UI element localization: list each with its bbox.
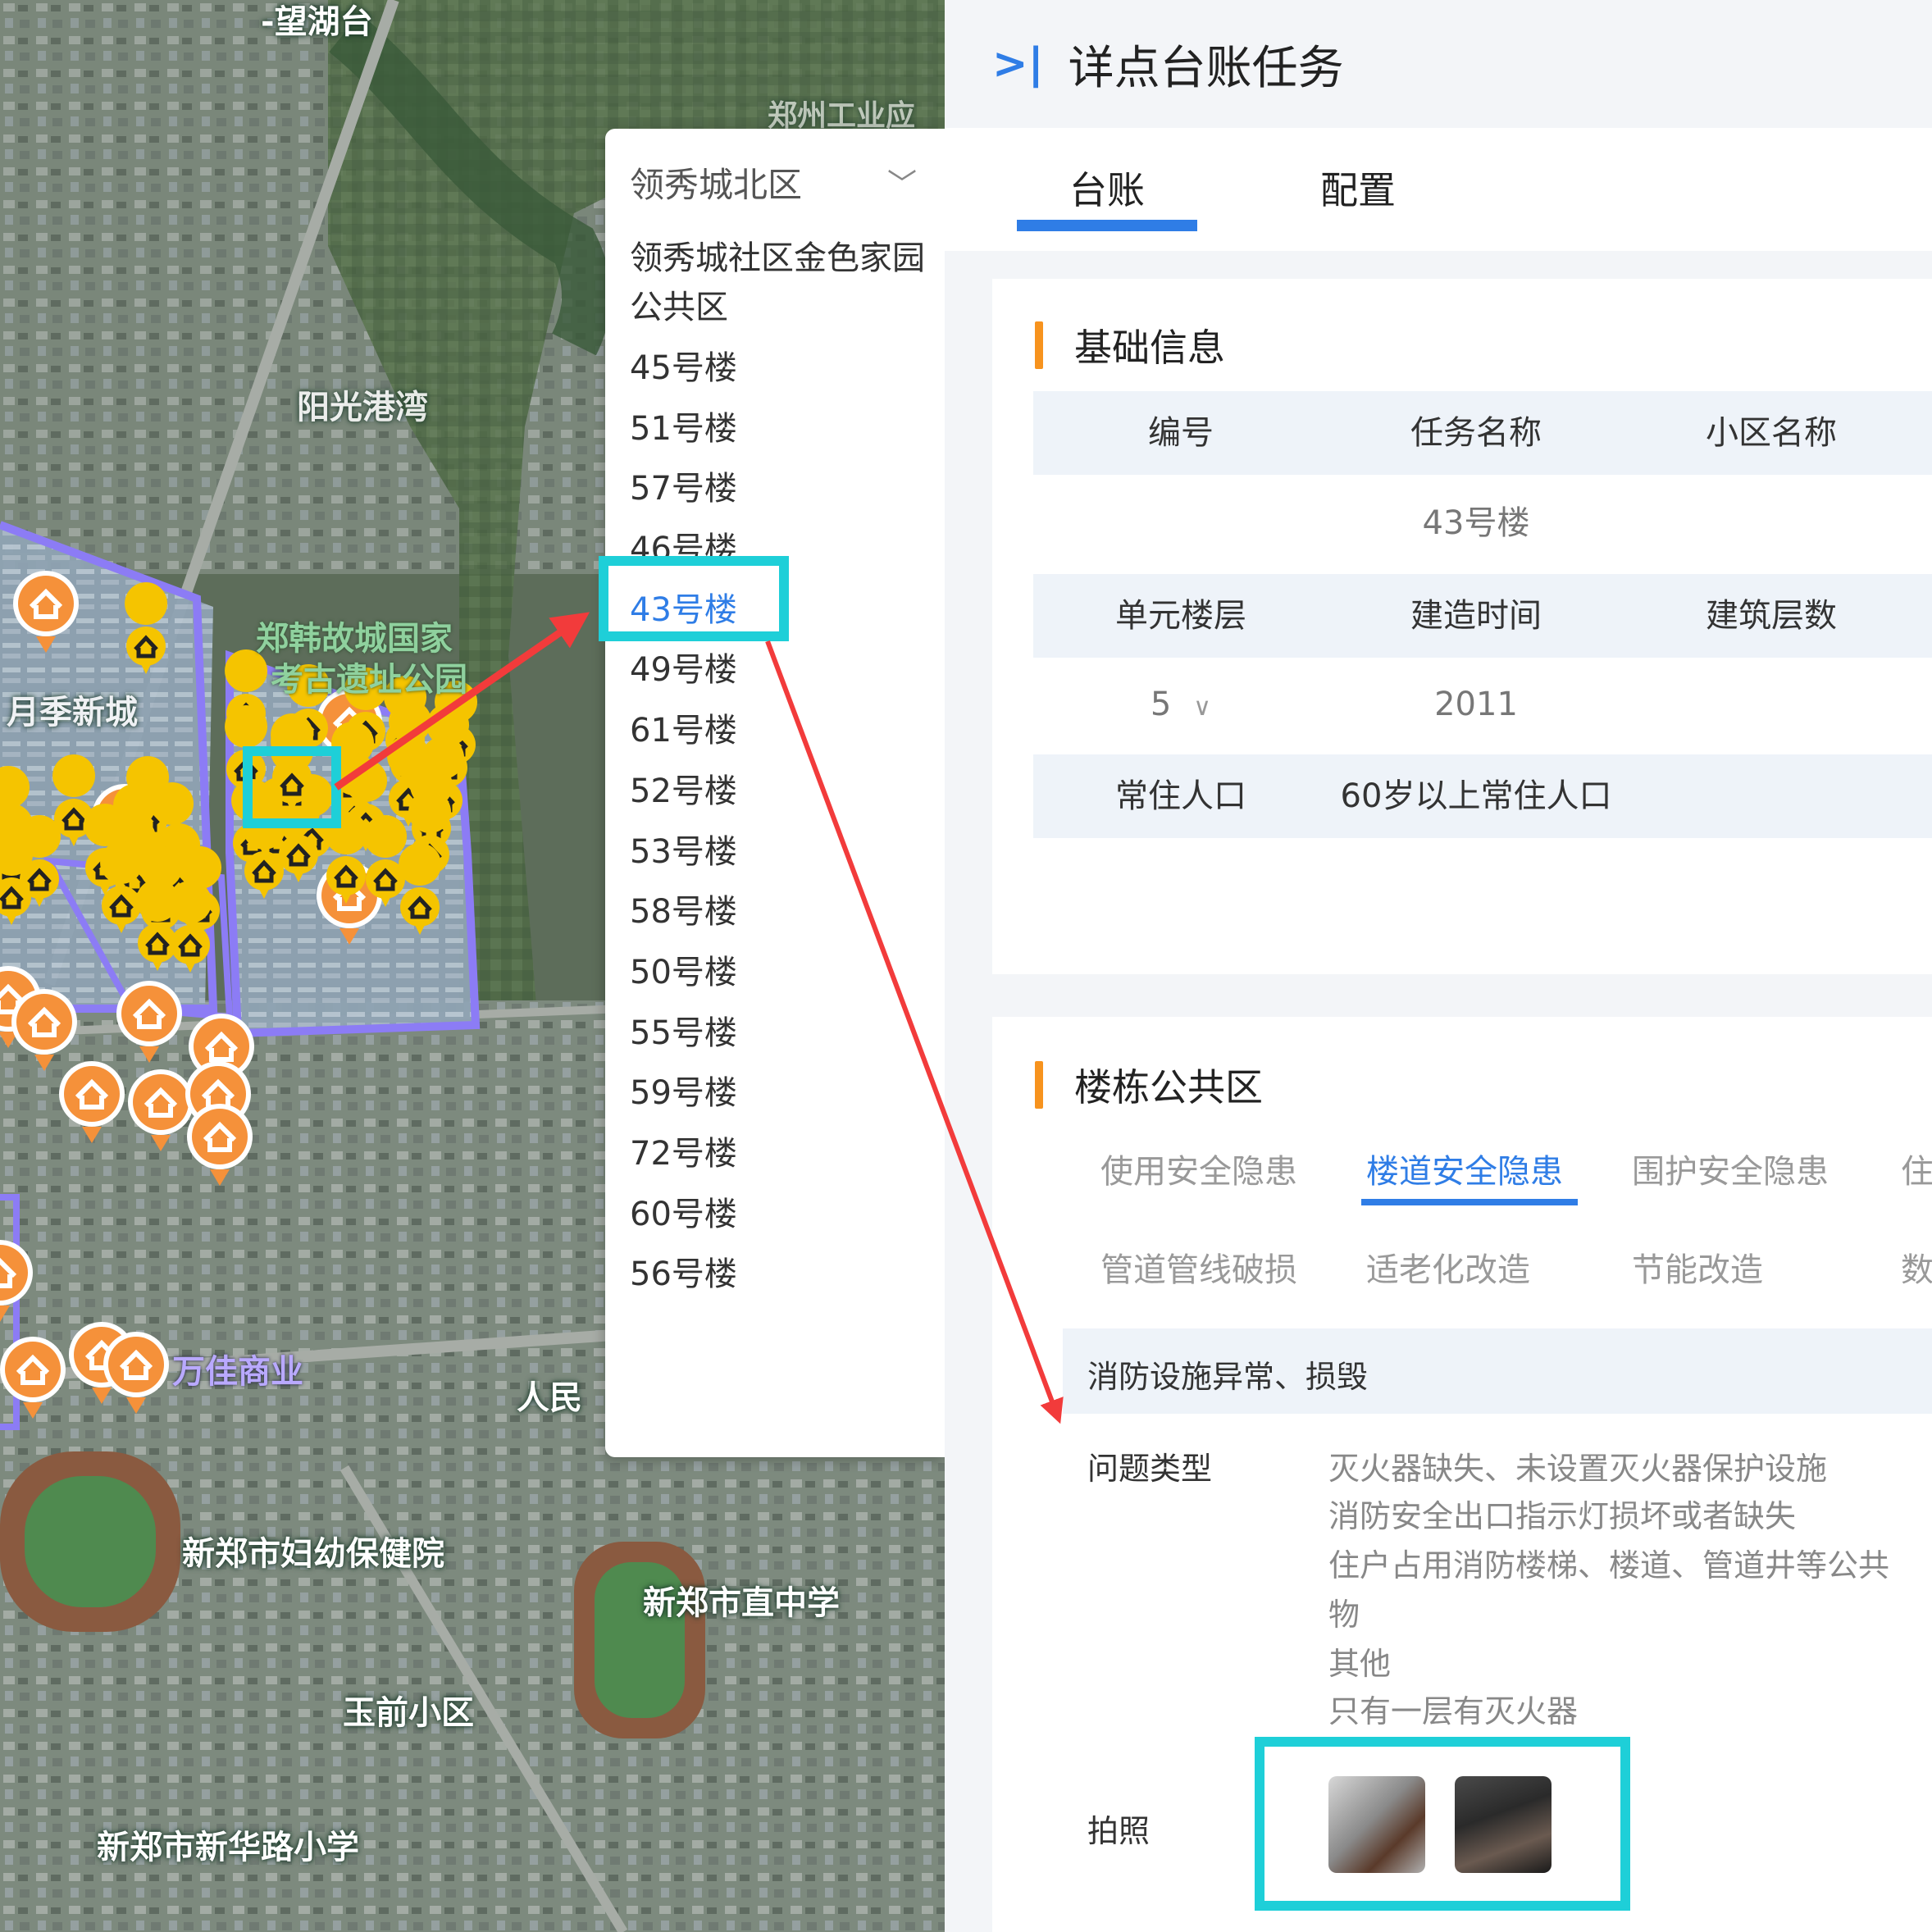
arrow-option-to-detail — [765, 640, 1064, 1424]
arrow-pin-to-option — [334, 612, 590, 791]
annotation-arrows — [334, 612, 1064, 1424]
